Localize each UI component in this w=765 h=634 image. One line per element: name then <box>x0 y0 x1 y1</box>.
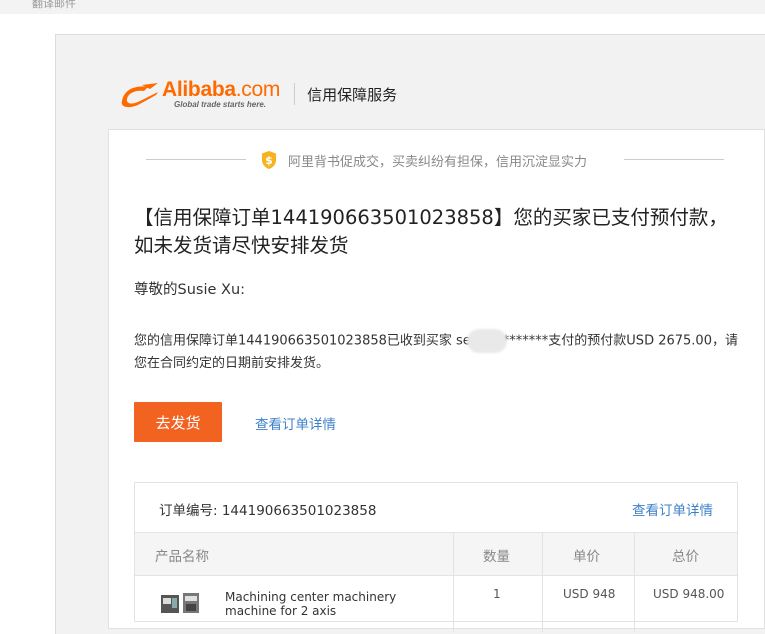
slogan-divider-left <box>146 159 246 160</box>
body-text-part1: 您的信用保障订单144190663501023858已收到买家 se <box>134 333 471 349</box>
logo-dotcom-text: .com <box>235 78 281 101</box>
slogan-text: 阿里背书促成交，买卖纠纷有担保，信用沉淀显实力 <box>288 155 588 170</box>
product-thumbnail[interactable] <box>159 591 203 615</box>
col-product-name: 产品名称 <box>155 549 209 565</box>
alibaba-smile-icon <box>121 83 158 108</box>
column-divider <box>453 532 454 632</box>
col-quantity: 数量 <box>483 549 510 565</box>
product-unit-price: USD 948 <box>563 587 616 601</box>
col-unit-price: 单价 <box>573 549 600 565</box>
logo-tagline: Global trade starts here. <box>174 100 267 109</box>
col-total-price: 总价 <box>672 549 699 565</box>
email-header: Alibaba.com Global trade starts here. 信用… <box>118 78 397 110</box>
column-divider <box>634 532 635 632</box>
order-view-detail-link[interactable]: 查看订单详情 <box>632 499 713 519</box>
view-order-detail-link[interactable]: 查看订单详情 <box>255 413 336 433</box>
email-headline: 【信用保障订单144190663501023858】您的买家已支付预付款，如未发… <box>134 206 728 257</box>
product-quantity: 1 <box>493 587 501 601</box>
logo-main-text: Alibaba <box>162 78 236 101</box>
ship-button[interactable]: 去发货 <box>134 402 222 442</box>
slogan-bar: $ 阿里背书促成交，买卖纠纷有担保，信用沉淀显实力 <box>146 150 724 170</box>
order-summary-box: 订单编号: 144190663501023858 查看订单详情 产品名称 数量 … <box>134 482 738 632</box>
column-divider <box>542 532 543 632</box>
svg-text:$: $ <box>265 154 273 167</box>
redacted-buyer-name <box>466 329 507 353</box>
shield-dollar-icon: $ <box>262 151 276 169</box>
service-title: 信用保障服务 <box>307 85 398 104</box>
top-strip: 翻译邮件 <box>0 0 765 14</box>
alibaba-logo[interactable]: Alibaba.com Global trade starts here. <box>118 79 280 109</box>
product-total-price: USD 948.00 <box>653 587 725 601</box>
email-body: 您的信用保障订单144190663501023858已收到买家 se ******… <box>134 329 744 374</box>
slogan-divider-right <box>624 159 724 160</box>
order-table-header: 产品名称 数量 单价 总价 <box>135 532 737 576</box>
order-summary-header: 订单编号: 144190663501023858 查看订单详情 <box>135 483 737 532</box>
order-number: 订单编号: 144190663501023858 <box>159 503 377 519</box>
translate-mail-label[interactable]: 翻译邮件 <box>32 0 76 11</box>
header-divider <box>294 83 296 105</box>
greeting-text: 尊敬的Susie Xu: <box>134 282 246 298</box>
